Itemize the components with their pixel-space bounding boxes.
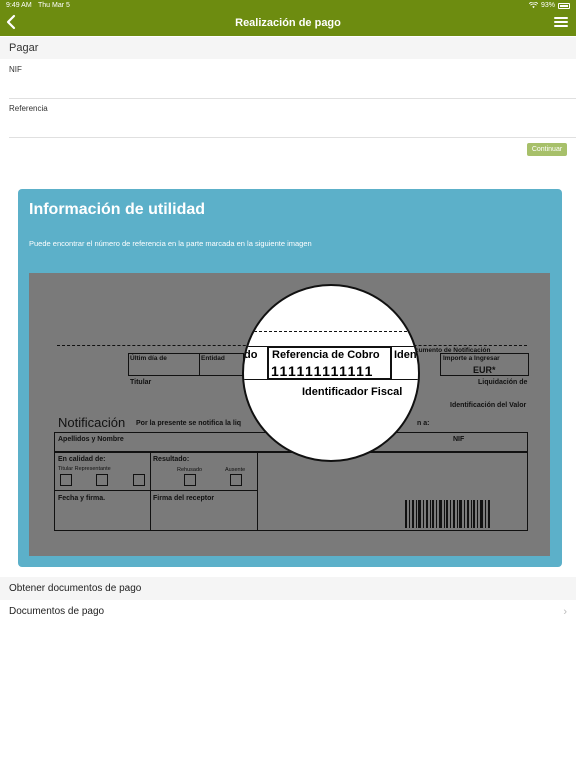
doc-ausente: Ausente [225, 467, 246, 473]
doc-fecha-firma: Fecha y firma. [58, 495, 106, 502]
navigation-bar: 9:49 AM Thu Mar 5 93% Realización de pag… [0, 0, 576, 36]
lens-iden: Iden [394, 349, 417, 361]
info-card: Información de utilidad Puede encontrar … [18, 189, 562, 567]
lens-do: do [244, 349, 258, 361]
doc-titular: Titular [130, 379, 152, 386]
doc-notificacion: Notificación [58, 415, 126, 430]
magnifier-lens: do Referencia de Cobro 111111111111 Iden… [242, 284, 420, 462]
hamburger-menu-icon[interactable] [554, 17, 568, 28]
pay-section-header: Pagar [0, 37, 576, 59]
nif-input[interactable] [9, 80, 576, 94]
lens-referencia: Referencia de Cobro [272, 349, 380, 361]
chevron-right-icon: › [563, 606, 567, 618]
wifi-icon [528, 2, 538, 9]
nif-field[interactable]: NIF [9, 65, 576, 99]
doc-ultimo-dia: Últim día de [130, 355, 167, 362]
battery-percent: 93% [540, 2, 555, 9]
nif-label: NIF [9, 65, 22, 74]
doc-checkbox [230, 474, 242, 486]
page-title: Realización de pago [235, 17, 341, 29]
doc-apellidos: Apellidos y Nombre [58, 436, 124, 443]
doc-rehusado: Rehusado [177, 467, 203, 473]
doc-importe: Importe a Ingresar [443, 355, 500, 362]
doc-identificacion-valor: Identificación del Valor [450, 402, 527, 409]
doc-liquidacion: Liquidación de [478, 379, 528, 386]
doc-en-a: n a: [417, 420, 430, 427]
referencia-label: Referencia [9, 104, 48, 113]
doc-checkbox [96, 474, 108, 486]
doc-en-calidad: En calidad de: [58, 456, 106, 463]
info-text: Puede encontrar el número de referencia … [29, 239, 312, 248]
doc-por-la-presente: Por la presente se notifica la liq [136, 420, 242, 427]
status-date: Thu Mar 5 [38, 2, 70, 9]
status-bar: 9:49 AM Thu Mar 5 93% [0, 0, 576, 12]
referencia-input[interactable] [9, 119, 576, 133]
barcode-icon [405, 500, 490, 528]
doc-nif: NIF [453, 436, 465, 443]
lens-dashed-line [244, 331, 418, 332]
doc-resultado: Resultado: [153, 456, 190, 463]
status-right: 93% [528, 2, 570, 9]
status-time: 9:49 AM [6, 2, 32, 9]
referencia-field[interactable]: Referencia [9, 104, 576, 138]
info-title: Información de utilidad [29, 201, 206, 218]
doc-checkbox [60, 474, 72, 486]
doc-firma-receptor: Firma del receptor [153, 495, 215, 502]
doc-titular-representante: Titular Representante [58, 466, 111, 472]
lens-identificador: Identificador Fiscal [302, 386, 403, 398]
doc-eur: EUR* [473, 365, 496, 375]
doc-entidad: Entidad [201, 355, 225, 362]
list-item-label: Documentos de pago [9, 606, 105, 617]
list-item-documentos-pago[interactable]: Documentos de pago › [0, 600, 576, 624]
continue-button[interactable]: Continuar [527, 143, 567, 156]
reference-example-image: Últim día de Entidad cumento de Notifica… [29, 273, 550, 556]
doc-checkbox [133, 474, 145, 486]
battery-icon [558, 2, 570, 9]
documents-section-header: Obtener documentos de pago [0, 577, 576, 600]
doc-checkbox [184, 474, 196, 486]
lens-number: 111111111111 [271, 363, 374, 379]
